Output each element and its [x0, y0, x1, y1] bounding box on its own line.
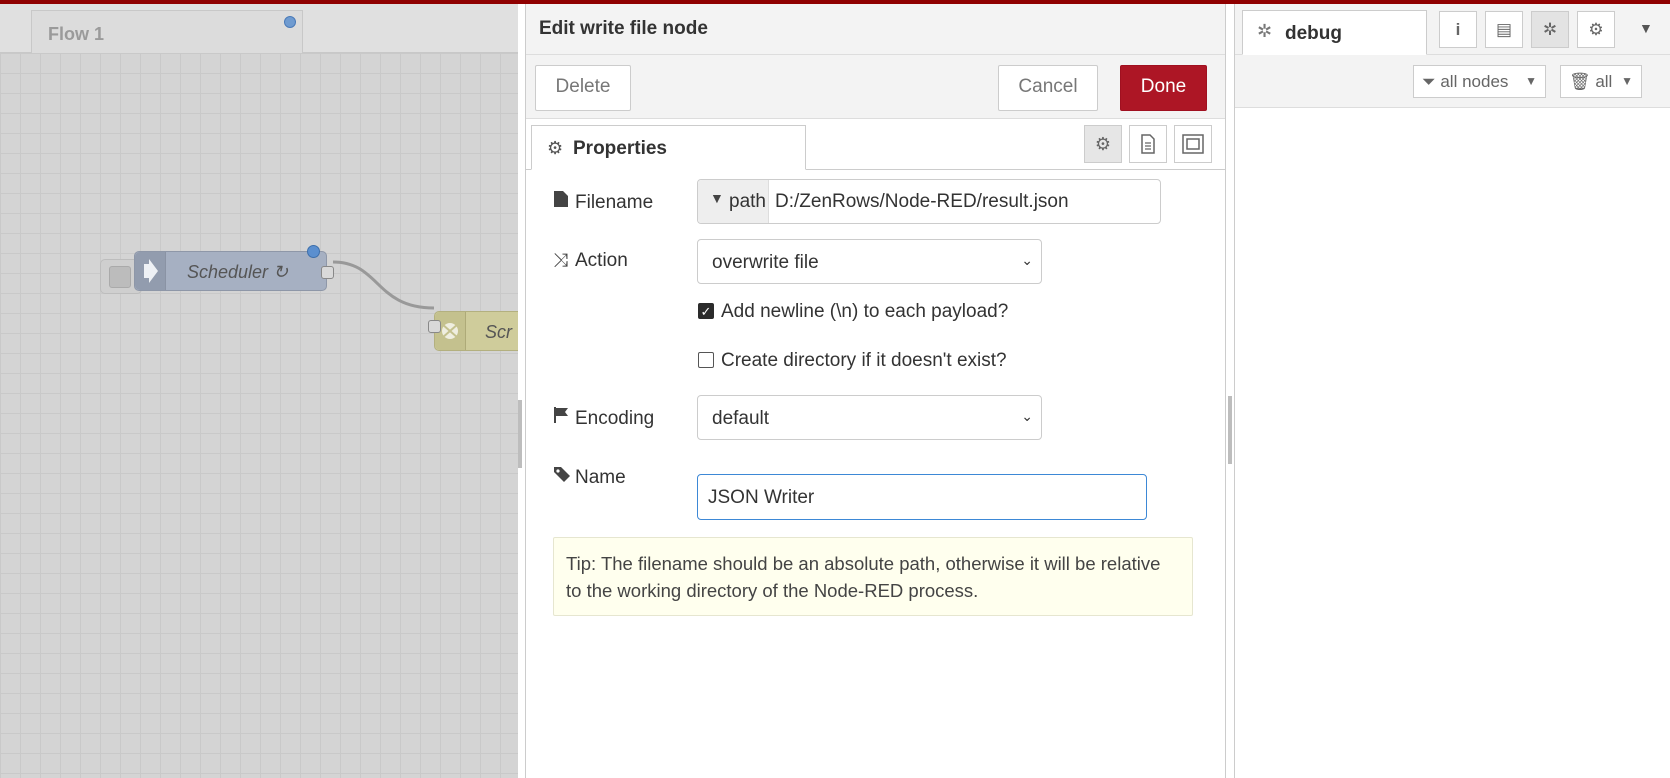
config-button[interactable]: ⚙ [1577, 11, 1615, 48]
filter-icon: ⏷ [1422, 72, 1436, 91]
edit-tray: Edit write file node Delete Cancel Done … [525, 4, 1226, 778]
debug-toolbar: ⏷ all nodes ▼ 🗑 all ▼ [1235, 55, 1670, 108]
tab-label: Properties [573, 138, 667, 159]
filename-field[interactable]: ▼ path D:/ZenRows/Node-RED/result.json [697, 179, 1161, 224]
node-wire[interactable] [0, 4, 518, 778]
document-icon [1141, 134, 1155, 154]
sidebar: ✲ debug i ▤ ✲ ⚙ ▼ ⏷ all nodes ▼ 🗑 all ▼ [1234, 4, 1670, 778]
action-label-text: Action [575, 250, 628, 271]
filename-type-selector[interactable]: ▼ path [698, 180, 769, 223]
checkbox-checked-icon[interactable]: ✓ [698, 303, 714, 319]
action-value: overwrite file [712, 252, 819, 273]
tab-properties[interactable]: ⚙ Properties [531, 125, 806, 170]
flag-icon [553, 406, 575, 430]
gear-icon: ⚙ [1588, 20, 1604, 39]
bug-icon: ✲ [1542, 20, 1558, 39]
input-port[interactable] [428, 320, 441, 333]
changed-indicator-icon [307, 245, 320, 258]
tray-title: Edit write file node [539, 18, 708, 39]
info-icon: i [1455, 20, 1461, 39]
tag-icon [553, 465, 575, 489]
clear-all-button[interactable]: 🗑 all ▼ [1560, 65, 1642, 98]
sidebar-tabs: ✲ debug i ▤ ✲ ⚙ ▼ [1235, 4, 1670, 55]
filename-label: Filename [553, 190, 653, 214]
filename-label-text: Filename [575, 192, 654, 213]
gear-icon: ⚙ [1094, 134, 1112, 154]
appearance-icon [1182, 134, 1204, 154]
bug-icon: ✲ [1257, 21, 1273, 41]
newline-label: Add newline (\n) to each payload? [721, 301, 1009, 322]
file-icon [553, 190, 575, 214]
checkbox-icon[interactable] [698, 352, 714, 368]
scraper-node[interactable]: Scr [434, 311, 518, 351]
action-label: ⤨ Action [553, 250, 628, 272]
name-input[interactable]: JSON Writer [697, 474, 1147, 520]
gear-icon: ⚙ [547, 138, 564, 158]
filename-value: D:/ZenRows/Node-RED/result.json [775, 191, 1069, 212]
trash-icon: 🗑 [1569, 72, 1591, 91]
name-label-text: Name [575, 467, 626, 488]
chevron-down-icon: ⌄ [1021, 408, 1033, 424]
workspace: Flow 1 Scheduler ↻ Scr [0, 4, 518, 778]
tray-toolbar: Delete Cancel Done [526, 55, 1225, 119]
tray-header: Edit write file node [526, 4, 1225, 55]
sidebar-resize-handle[interactable] [1228, 396, 1232, 464]
delete-button[interactable]: Delete [535, 65, 631, 111]
encoding-label-text: Encoding [575, 408, 655, 429]
encoding-select[interactable]: default ⌄ [697, 395, 1042, 440]
chevron-down-icon: ⌄ [1021, 252, 1033, 268]
filter-label: all nodes [1440, 72, 1509, 91]
name-value: JSON Writer [708, 487, 815, 508]
caret-down-icon: ▼ [1525, 74, 1537, 88]
description-button[interactable] [1129, 125, 1167, 163]
create-directory-label: Create directory if it doesn't exist? [721, 350, 1007, 371]
encoding-value: default [712, 408, 770, 429]
tray-tabs: ⚙ Properties ⚙ [526, 121, 1225, 170]
filename-type: path [729, 191, 766, 212]
book-icon: ▤ [1495, 20, 1513, 39]
tab-label: debug [1285, 23, 1342, 44]
appearance-button[interactable] [1174, 125, 1212, 163]
debug-button[interactable]: ✲ [1531, 11, 1569, 48]
action-select[interactable]: overwrite file ⌄ [697, 239, 1042, 284]
help-button[interactable]: ▤ [1485, 11, 1523, 48]
output-port[interactable] [321, 266, 334, 279]
node-label: Scheduler ↻ [187, 262, 289, 282]
done-button[interactable]: Done [1120, 65, 1207, 111]
name-label: Name [553, 465, 626, 489]
tab-debug[interactable]: ✲ debug [1242, 10, 1427, 55]
node-properties-button[interactable]: ⚙ [1084, 125, 1122, 163]
filter-nodes-button[interactable]: ⏷ all nodes ▼ [1413, 65, 1546, 98]
scheduler-node[interactable]: Scheduler ↻ [134, 251, 327, 291]
info-button[interactable]: i [1439, 11, 1477, 48]
caret-down-icon[interactable]: ▼ [1639, 20, 1653, 36]
cancel-button[interactable]: Cancel [998, 65, 1098, 111]
tip-box: Tip: The filename should be an absolute … [553, 537, 1193, 616]
caret-down-icon: ▼ [710, 190, 724, 206]
arrow-in-icon [135, 252, 166, 290]
tray-resize-handle[interactable] [518, 400, 522, 468]
encoding-label: Encoding [553, 406, 654, 430]
clear-label: all [1595, 72, 1613, 91]
node-label: Scr [485, 322, 512, 342]
shuffle-icon: ⤨ [553, 250, 569, 271]
caret-down-icon: ▼ [1621, 74, 1633, 88]
